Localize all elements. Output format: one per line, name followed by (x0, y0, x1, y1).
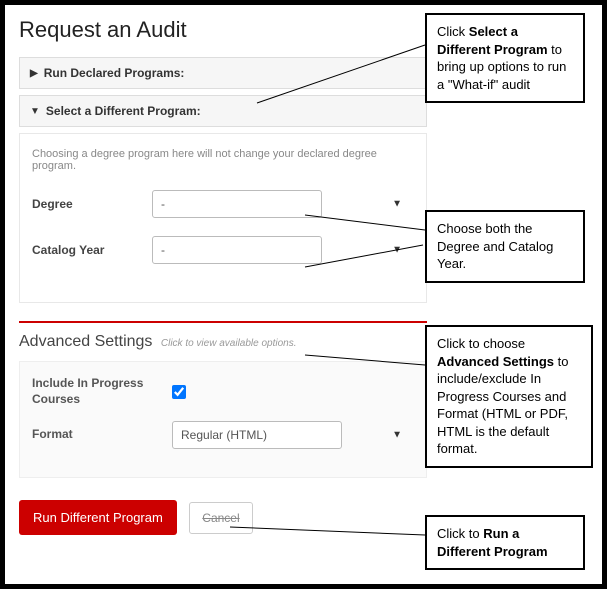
accordion-run-declared[interactable]: ▶ Run Declared Programs: (19, 57, 427, 89)
format-label: Format (32, 427, 172, 443)
panel-hint: Choosing a degree program here will not … (32, 148, 414, 172)
callout-select-different: Click Select a Different Program to brin… (425, 13, 585, 103)
degree-select[interactable]: - (152, 190, 322, 218)
run-different-program-button[interactable]: Run Different Program (19, 500, 177, 535)
advanced-title: Advanced Settings (19, 333, 152, 350)
callout-advanced: Click to choose Advanced Settings to inc… (425, 325, 593, 468)
accordion-label: Select a Different Program: (46, 104, 201, 118)
callout-degree-catalog: Choose both the Degree and Catalog Year. (425, 210, 585, 283)
include-progress-checkbox[interactable] (172, 385, 186, 399)
callout-run: Click to Run a Different Program (425, 515, 585, 570)
triangle-right-icon: ▶ (30, 68, 38, 79)
different-program-panel: Choosing a degree program here will not … (19, 133, 427, 303)
page-title: Request an Audit (19, 17, 427, 43)
chevron-down-icon: ▼ (392, 430, 402, 441)
triangle-down-icon: ▼ (30, 106, 40, 117)
format-select[interactable]: Regular (HTML) (172, 421, 342, 449)
degree-label: Degree (32, 197, 152, 211)
advanced-subtitle: Click to view available options. (161, 338, 297, 349)
include-progress-label: Include In Progress Courses (32, 376, 172, 407)
cancel-button[interactable]: Cancel (189, 502, 252, 534)
accordion-select-different[interactable]: ▼ Select a Different Program: (19, 95, 427, 127)
catalog-year-label: Catalog Year (32, 243, 152, 257)
advanced-panel: Include In Progress Courses Format Regul… (19, 361, 427, 478)
catalog-year-select[interactable]: - (152, 236, 322, 264)
chevron-down-icon: ▼ (392, 199, 402, 210)
advanced-settings-header[interactable]: Advanced Settings Click to view availabl… (19, 333, 427, 351)
divider (19, 321, 427, 323)
accordion-label: Run Declared Programs: (44, 66, 185, 80)
chevron-down-icon: ▼ (392, 245, 402, 256)
